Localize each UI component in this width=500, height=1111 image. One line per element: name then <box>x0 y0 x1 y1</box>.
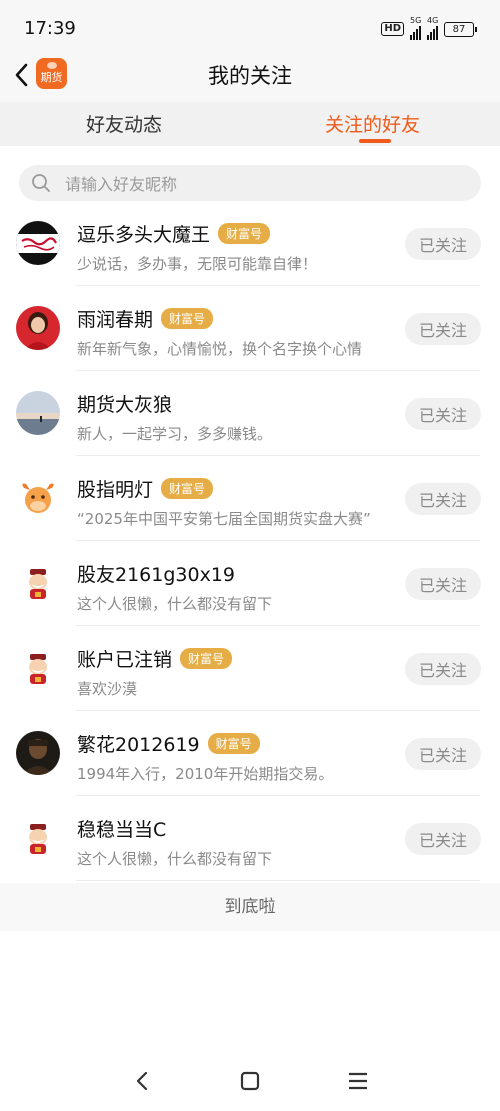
list-item[interactable]: 股指明灯 财富号 “2025年中国平安第七届全国期货实盘大赛” 已关注 <box>0 456 500 541</box>
nav-home-button[interactable] <box>235 1066 265 1096</box>
top-bar: 期货 我的关注 <box>0 56 500 102</box>
friend-name[interactable]: 逗乐多头大魔王 <box>77 220 210 247</box>
wealth-badge: 财富号 <box>161 478 214 499</box>
followed-button[interactable]: 已关注 <box>405 653 481 685</box>
status-bar: 17:39 HD 5G 4G 87 <box>0 0 500 56</box>
signal-5g-icon: 5G <box>410 16 422 40</box>
nav-home-icon <box>240 1071 260 1091</box>
list-item[interactable]: 账户已注销 财富号 喜欢沙漠 已关注 <box>0 626 500 711</box>
list-item[interactable]: 稳稳当当C 这个人很懒，什么都没有留下 已关注 <box>0 796 500 881</box>
friend-name[interactable]: 期货大灰狼 <box>77 390 172 417</box>
list-item[interactable]: 期货大灰狼 新人，一起学习，多多赚钱。 已关注 <box>0 371 500 456</box>
followed-button[interactable]: 已关注 <box>405 738 481 770</box>
network-5g-label: 5G <box>410 16 422 25</box>
red-white-text-avatar[interactable] <box>16 221 60 265</box>
search-bar <box>19 165 481 203</box>
list-item[interactable]: 雨润春期 财富号 新年新气象，心情愉悦，换个名字换个心情 已关注 <box>0 286 500 371</box>
list-item[interactable]: 繁花2012619 财富号 1994年入行，2010年开始期指交易。 已关注 <box>0 711 500 796</box>
friend-name[interactable]: 股友2161g30x19 <box>77 560 235 587</box>
search-input[interactable] <box>63 165 467 203</box>
nav-menu-button[interactable] <box>343 1066 373 1096</box>
followed-button[interactable]: 已关注 <box>405 313 481 345</box>
followed-button[interactable]: 已关注 <box>405 823 481 855</box>
friend-name[interactable]: 账户已注销 <box>77 645 172 672</box>
tab-followed-friends[interactable]: 关注的好友 <box>325 110 420 137</box>
friend-name[interactable]: 稳稳当当C <box>77 815 166 842</box>
followed-button[interactable]: 已关注 <box>405 398 481 430</box>
page-title: 我的关注 <box>208 64 292 88</box>
friend-bio: 新人，一起学习，多多赚钱。 <box>77 425 273 443</box>
search-icon <box>32 174 50 192</box>
friend-bio: “2025年中国平安第七届全国期货实盘大赛” <box>77 510 371 528</box>
friend-name[interactable]: 繁花2012619 <box>77 730 200 757</box>
sunset-sea-avatar[interactable] <box>16 391 60 435</box>
friend-bio: 喜欢沙漠 <box>77 680 138 698</box>
system-nav-bar <box>0 1050 500 1111</box>
friend-bio: 这个人很懒，什么都没有留下 <box>77 850 273 868</box>
status-time: 17:39 <box>24 18 76 39</box>
fortune-mascot-avatar[interactable] <box>16 646 60 690</box>
active-tab-indicator <box>359 139 391 143</box>
friend-name[interactable]: 股指明灯 <box>77 475 153 502</box>
wealth-badge: 财富号 <box>218 223 271 244</box>
wealth-badge: 财富号 <box>207 733 260 754</box>
network-4g-label: 4G <box>427 16 439 25</box>
fortune-mascot-avatar[interactable] <box>16 816 60 860</box>
friend-bio: 这个人很懒，什么都没有留下 <box>77 595 273 613</box>
friend-bio: 1994年入行，2010年开始期指交易。 <box>77 765 334 783</box>
followed-button[interactable]: 已关注 <box>405 483 481 515</box>
wealth-badge: 财富号 <box>180 648 233 669</box>
battery-icon: 87 <box>444 21 477 37</box>
nav-back-icon <box>136 1071 148 1091</box>
ox-mascot-avatar[interactable] <box>16 476 60 520</box>
wealth-badge: 财富号 <box>161 308 214 329</box>
friend-bio: 少说话，多办事，无限可能靠自律！ <box>77 255 318 273</box>
tab-bar: 好友动态 关注的好友 <box>0 102 500 146</box>
friend-name[interactable]: 雨润春期 <box>77 305 153 332</box>
list-item[interactable]: 逗乐多头大魔王 财富号 少说话，多办事，无限可能靠自律！ 已关注 <box>0 201 500 286</box>
nav-back-button[interactable] <box>127 1066 157 1096</box>
divider <box>76 880 480 881</box>
fortune-mascot-avatar[interactable] <box>16 561 60 605</box>
signal-4g-icon: 4G <box>427 16 439 40</box>
list-item[interactable]: 股友2161g30x19 这个人很懒，什么都没有留下 已关注 <box>0 541 500 626</box>
friend-list: 逗乐多头大魔王 财富号 少说话，多办事，无限可能靠自律！ 已关注 雨润春期 财富… <box>0 201 500 881</box>
nav-menu-icon <box>349 1072 367 1090</box>
dark-portrait-avatar[interactable] <box>16 731 60 775</box>
woman-in-red-avatar[interactable] <box>16 306 60 350</box>
friend-bio: 新年新气象，心情愉悦，换个名字换个心情 <box>77 340 363 358</box>
end-of-list-note: 到底啦 <box>0 883 500 931</box>
followed-button[interactable]: 已关注 <box>405 228 481 260</box>
followed-button[interactable]: 已关注 <box>405 568 481 600</box>
hd-voice-icon: HD <box>381 22 404 36</box>
status-icons: HD 5G 4G 87 <box>381 16 477 40</box>
tab-friend-activity[interactable]: 好友动态 <box>86 110 162 137</box>
